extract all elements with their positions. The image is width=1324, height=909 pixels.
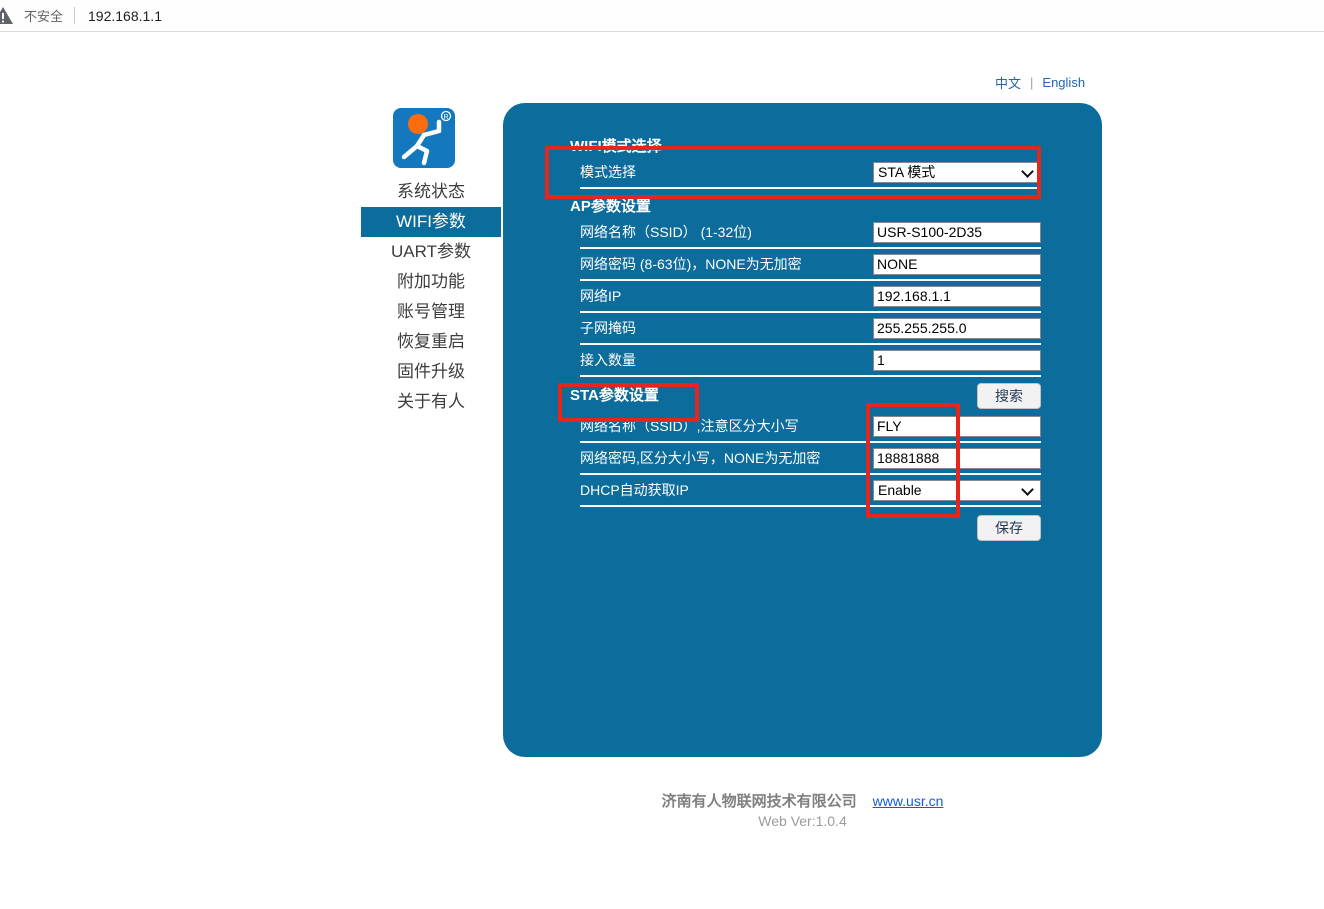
sta-password-label: 网络密码,区分大小写，NONE为无加密 [580, 448, 820, 468]
page: 不安全 192.168.1.1 中文 | English R 系统状态 WIFI… [0, 0, 1324, 909]
sidebar-item-firmware-upgrade[interactable]: 固件升级 [361, 357, 501, 387]
ap-password-row: 网络密码 (8-63位)，NONE为无加密 [580, 249, 1041, 281]
chevron-down-icon [1021, 483, 1034, 496]
svg-text:R: R [443, 114, 448, 121]
sta-section-header-row: STA参数设置 搜索 [570, 381, 1041, 411]
lang-separator: | [1030, 75, 1033, 90]
not-secure-label[interactable]: 不安全 [24, 6, 63, 25]
address-bar-divider [74, 7, 75, 24]
wifi-mode-section-title: WIFI模式选择 [570, 137, 1041, 157]
dhcp-select-value: Enable [878, 482, 922, 498]
lang-english-link[interactable]: English [1042, 75, 1085, 90]
ap-password-label: 网络密码 (8-63位)，NONE为无加密 [580, 254, 802, 274]
ap-ip-input[interactable] [873, 286, 1041, 307]
ap-max-clients-row: 接入数量 [580, 345, 1041, 377]
usr-logo: R [393, 108, 455, 173]
dhcp-select[interactable]: Enable [873, 480, 1041, 501]
ap-ip-label: 网络IP [580, 286, 621, 306]
save-button[interactable]: 保存 [977, 515, 1041, 541]
sidebar-item-restore-restart[interactable]: 恢复重启 [361, 327, 501, 357]
browser-address-bar: 不安全 192.168.1.1 [0, 0, 1324, 32]
ap-max-clients-input[interactable] [873, 350, 1041, 371]
sidebar-item-account-management[interactable]: 账号管理 [361, 297, 501, 327]
ap-password-input[interactable] [873, 254, 1041, 275]
ap-subnet-label: 子网掩码 [580, 318, 636, 338]
sidebar-nav: 系统状态 WIFI参数 UART参数 附加功能 账号管理 恢复重启 固件升级 关… [361, 177, 501, 417]
page-footer: 济南有人物联网技术有限公司 www.usr.cn Web Ver:1.0.4 [503, 790, 1102, 829]
ap-max-clients-label: 接入数量 [580, 350, 636, 370]
not-secure-warning-icon [0, 7, 13, 29]
sta-section-title: STA参数设置 [570, 386, 659, 406]
language-switcher: 中文 | English [995, 73, 1085, 92]
company-name: 济南有人物联网技术有限公司 [662, 793, 857, 810]
mode-select-label: 模式选择 [580, 162, 636, 182]
save-row: 保存 [570, 515, 1041, 541]
sta-password-row: 网络密码,区分大小写，NONE为无加密 [580, 443, 1041, 475]
ap-ssid-row: 网络名称（SSID） (1-32位) [580, 217, 1041, 249]
website-link[interactable]: www.usr.cn [873, 793, 944, 809]
ap-ssid-label: 网络名称（SSID） (1-32位) [580, 222, 752, 242]
sidebar-item-extra-functions[interactable]: 附加功能 [361, 267, 501, 297]
sidebar-item-uart-params[interactable]: UART参数 [361, 237, 501, 267]
dhcp-row: DHCP自动获取IP Enable [580, 475, 1041, 507]
sidebar-item-system-status[interactable]: 系统状态 [361, 177, 501, 207]
ap-subnet-row: 子网掩码 [580, 313, 1041, 345]
mode-select-row: 模式选择 STA 模式 [580, 157, 1041, 189]
ap-ip-row: 网络IP [580, 281, 1041, 313]
sidebar-item-wifi-params[interactable]: WIFI参数 [361, 207, 501, 237]
dhcp-label: DHCP自动获取IP [580, 480, 689, 500]
ap-ssid-input[interactable] [873, 222, 1041, 243]
sidebar-item-about-usr[interactable]: 关于有人 [361, 387, 501, 417]
ap-subnet-input[interactable] [873, 318, 1041, 339]
wifi-settings-panel: WIFI模式选择 模式选择 STA 模式 AP参数设置 网络名称（SSID） (… [503, 103, 1102, 757]
sta-password-input[interactable] [873, 448, 1041, 469]
search-button[interactable]: 搜索 [977, 383, 1041, 409]
sta-ssid-row: 网络名称（SSID）,注意区分大小写 [580, 411, 1041, 443]
ap-section-title: AP参数设置 [570, 197, 1041, 217]
address-url[interactable]: 192.168.1.1 [88, 8, 162, 24]
sta-ssid-label: 网络名称（SSID）,注意区分大小写 [580, 416, 799, 436]
lang-chinese-link[interactable]: 中文 [995, 73, 1021, 92]
web-version: Web Ver:1.0.4 [503, 813, 1102, 829]
mode-select-value: STA 模式 [878, 162, 935, 182]
sta-ssid-input[interactable] [873, 416, 1041, 437]
mode-select[interactable]: STA 模式 [873, 162, 1041, 183]
chevron-down-icon [1021, 165, 1034, 178]
